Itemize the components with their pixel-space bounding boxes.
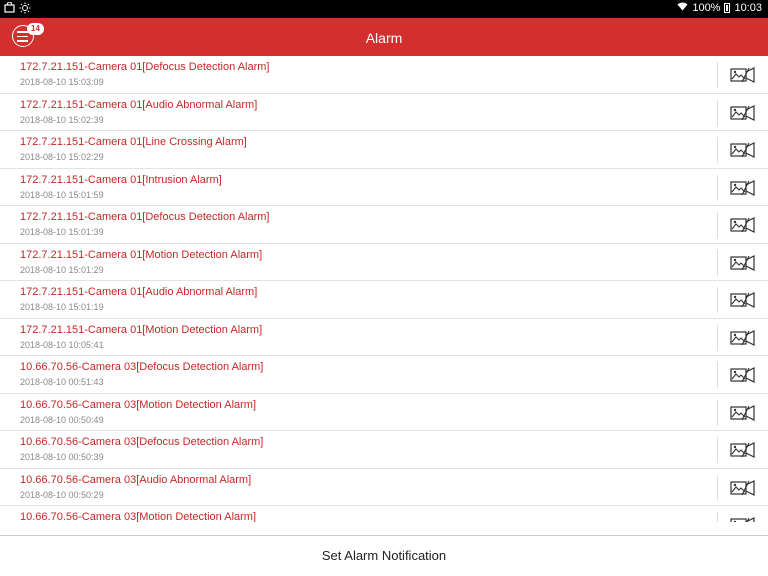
image-video-icon[interactable] (730, 329, 756, 346)
row-divider (717, 437, 718, 463)
alarm-title: 172.7.21.151-Camera 01[Line Crossing Ala… (20, 136, 247, 148)
alarm-list-item[interactable]: 172.7.21.151-Camera 01[Intrusion Alarm] 2… (0, 169, 768, 206)
battery-icon (724, 3, 731, 13)
status-bar: 100% 10:03 (0, 0, 768, 18)
alarm-list-item[interactable]: 10.66.70.56-Camera 03[Defocus Detection … (0, 431, 768, 469)
battery-level: 100% (692, 2, 721, 14)
alarm-title: 10.66.70.56-Camera 03[Motion Detection A… (20, 398, 257, 411)
alarm-timestamp: 2018-08-10 00:51:43 (20, 377, 104, 387)
alarm-timestamp: 2018-08-10 15:01:29 (20, 264, 104, 275)
row-divider (717, 399, 718, 426)
image-video-icon[interactable] (730, 104, 756, 121)
alarm-title: 172.7.21.151-Camera 01[Defocus Detection… (20, 211, 270, 223)
alarm-list-item[interactable]: 172.7.21.151-Camera 01[Motion Detection … (0, 319, 768, 356)
row-divider (717, 62, 718, 88)
alarm-title: 10.66.70.56-Camera 03[Defocus Detection … (20, 361, 264, 373)
brightness-icon (19, 2, 31, 17)
row-divider (717, 324, 718, 351)
alarm-title: 10.66.70.56-Camera 03[Audio Abnormal Ala… (20, 473, 252, 486)
bag-icon (4, 1, 15, 17)
alarm-list-item[interactable]: 172.7.21.151-Camera 01[Audio Abnormal Al… (0, 94, 768, 131)
alarm-list[interactable]: 172.7.21.151-Camera 01[Defocus Detection… (0, 56, 768, 522)
alarm-timestamp: 2018-08-10 00:50:29 (20, 489, 104, 500)
alarm-timestamp: 2018-08-10 15:01:59 (20, 189, 104, 200)
image-video-icon[interactable] (730, 442, 756, 458)
row-divider (717, 99, 718, 126)
alarm-title: 10.66.70.56-Camera 03[Motion Detection A… (20, 511, 257, 522)
image-video-icon[interactable] (730, 404, 756, 421)
alarm-title: 10.66.70.56-Camera 03[Defocus Detection … (20, 436, 264, 448)
alarm-title: 172.7.21.151-Camera 01[Motion Detection … (20, 248, 263, 261)
alarm-timestamp: 2018-08-10 10:05:41 (20, 339, 104, 350)
set-alarm-notification-button[interactable]: Set Alarm Notification (0, 548, 768, 563)
image-video-icon[interactable] (730, 479, 756, 496)
image-video-icon[interactable] (730, 217, 756, 233)
image-video-icon[interactable] (730, 517, 756, 522)
alarm-list-item[interactable]: 172.7.21.151-Camera 01[Defocus Detection… (0, 56, 768, 94)
wifi-icon (677, 2, 688, 14)
alarm-list-item[interactable]: 10.66.70.56-Camera 03[Audio Abnormal Ala… (0, 469, 768, 506)
row-divider (717, 362, 718, 388)
row-divider (717, 174, 718, 201)
image-video-icon[interactable] (730, 292, 756, 308)
alarm-title: 172.7.21.151-Camera 01[Intrusion Alarm] (20, 173, 222, 186)
image-video-icon[interactable] (730, 67, 756, 83)
image-video-icon[interactable] (730, 254, 756, 271)
row-divider (717, 212, 718, 238)
alarm-list-item[interactable]: 172.7.21.151-Camera 01[Audio Abnormal Al… (0, 281, 768, 319)
alarm-timestamp: 2018-08-10 15:01:19 (20, 302, 104, 312)
row-divider (717, 474, 718, 501)
image-video-icon[interactable] (730, 179, 756, 196)
app-bar: 14 Alarm (0, 18, 768, 56)
clock-time: 10:03 (734, 2, 762, 14)
row-divider (717, 249, 718, 276)
alarm-timestamp: 2018-08-10 15:02:39 (20, 114, 104, 125)
row-divider (717, 137, 718, 163)
alarm-timestamp: 2018-08-10 00:50:49 (20, 414, 104, 425)
row-divider (717, 287, 718, 313)
alarm-timestamp: 2018-08-10 15:02:29 (20, 152, 104, 162)
alarm-list-item[interactable]: 10.66.70.56-Camera 03[Defocus Detection … (0, 356, 768, 394)
footer: Set Alarm Notification (0, 535, 768, 576)
image-video-icon[interactable] (730, 142, 756, 158)
alarm-title: 172.7.21.151-Camera 01[Motion Detection … (20, 323, 263, 336)
alarm-title: 172.7.21.151-Camera 01[Defocus Detection… (20, 61, 270, 73)
alarm-list-item[interactable]: 10.66.70.56-Camera 03[Motion Detection A… (0, 506, 768, 522)
image-video-icon[interactable] (730, 367, 756, 383)
page-title: Alarm (365, 30, 403, 46)
alarm-title: 172.7.21.151-Camera 01[Audio Abnormal Al… (20, 286, 258, 298)
alarm-list-item[interactable]: 172.7.21.151-Camera 01[Line Crossing Ala… (0, 131, 768, 169)
alarm-title: 172.7.21.151-Camera 01[Audio Abnormal Al… (20, 98, 258, 111)
alarm-timestamp: 2018-08-10 15:01:39 (20, 227, 104, 237)
alarm-list-item[interactable]: 10.66.70.56-Camera 03[Motion Detection A… (0, 394, 768, 431)
alarm-timestamp: 2018-08-10 15:03:09 (20, 77, 104, 87)
alarm-timestamp: 2018-08-10 00:50:39 (20, 452, 104, 462)
alarm-list-item[interactable]: 172.7.21.151-Camera 01[Motion Detection … (0, 244, 768, 281)
alarm-list-item[interactable]: 172.7.21.151-Camera 01[Defocus Detection… (0, 206, 768, 244)
row-divider (717, 512, 718, 522)
